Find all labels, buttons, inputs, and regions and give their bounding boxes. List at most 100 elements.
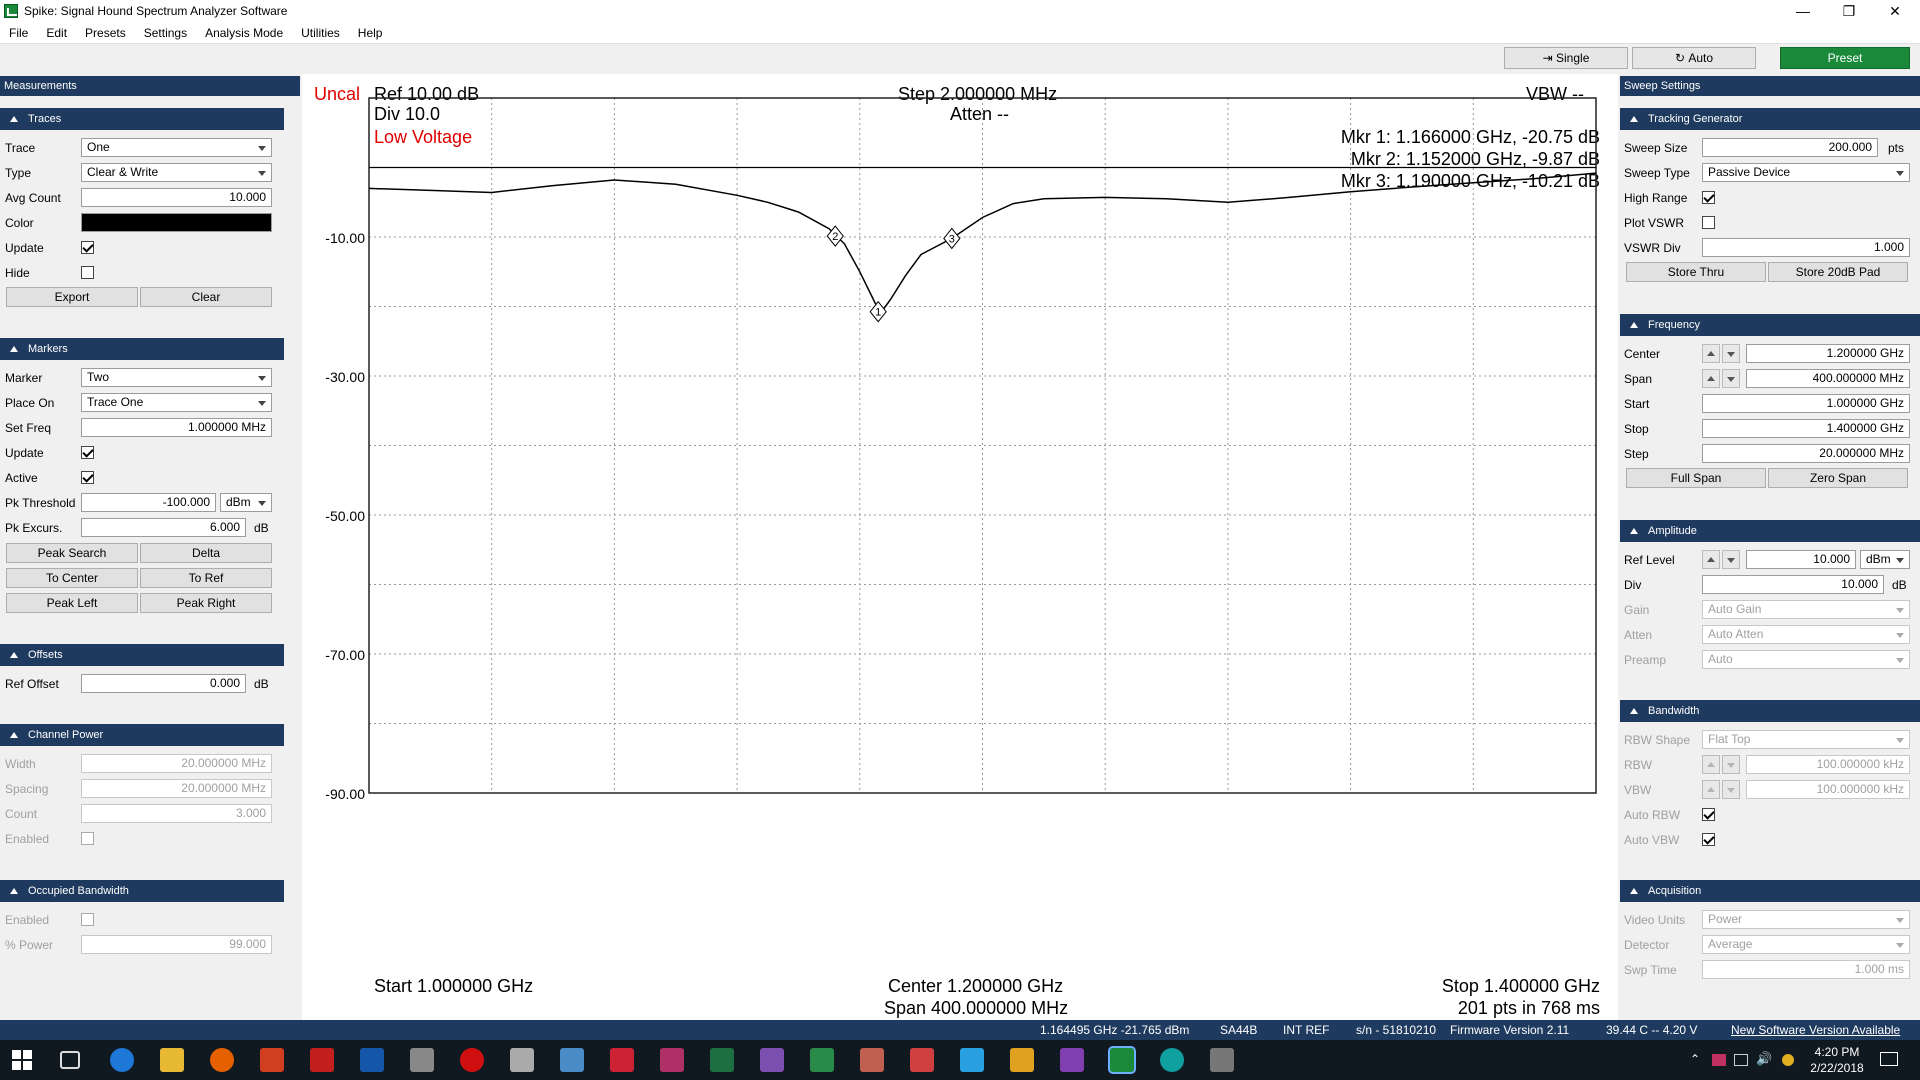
detector-select[interactable]: Average — [1702, 935, 1910, 954]
wifi-app-icon[interactable] — [1160, 1048, 1184, 1072]
to-ref-button[interactable]: To Ref — [140, 568, 272, 588]
set-freq-input[interactable]: 1.000000 MHz — [81, 418, 272, 437]
app-icon-16[interactable] — [810, 1048, 834, 1072]
edge-browser-icon[interactable] — [110, 1048, 134, 1072]
tray-app-icon[interactable] — [1712, 1054, 1726, 1066]
center-input[interactable]: 1.200000 GHz — [1746, 344, 1910, 363]
pk-excurs-input[interactable]: 6.000 — [81, 518, 246, 537]
color-swatch[interactable] — [81, 213, 272, 232]
rbw-up-icon[interactable] — [1702, 755, 1720, 774]
rbw-input[interactable]: 100.000000 kHz — [1746, 755, 1910, 774]
labview-icon[interactable] — [660, 1048, 684, 1072]
network-icon[interactable] — [1734, 1054, 1748, 1066]
pk-threshold-unit-select[interactable]: dBm — [220, 493, 272, 512]
avg-count-input[interactable]: 10.000 — [81, 188, 272, 207]
update-checkbox[interactable] — [81, 241, 94, 254]
tray-chevron-icon[interactable]: ⌃ — [1690, 1052, 1700, 1066]
app-icon-18[interactable] — [910, 1048, 934, 1072]
count-input[interactable]: 3.000 — [81, 804, 272, 823]
video-units-select[interactable]: Power — [1702, 910, 1910, 929]
sweep-size-input[interactable]: 200.000 — [1702, 138, 1878, 157]
auto-vbw-checkbox[interactable] — [1702, 833, 1715, 846]
high-range-checkbox[interactable] — [1702, 191, 1715, 204]
place-on-select[interactable]: Trace One — [81, 393, 272, 412]
bandwidth-section-header[interactable]: Bandwidth — [1620, 700, 1920, 722]
app-icon-11[interactable] — [560, 1048, 584, 1072]
app-icon-10[interactable] — [510, 1048, 534, 1072]
minimize-icon[interactable]: — — [1780, 0, 1826, 22]
preset-button[interactable]: Preset — [1780, 47, 1910, 69]
trace-select[interactable]: One — [81, 138, 272, 157]
rbw-shape-select[interactable]: Flat Top — [1702, 730, 1910, 749]
type-select[interactable]: Clear & Write — [81, 163, 272, 182]
amplitude-section-header[interactable]: Amplitude — [1620, 520, 1920, 542]
active-checkbox[interactable] — [81, 471, 94, 484]
channel-power-section-header[interactable]: Channel Power — [0, 724, 284, 746]
span-up-icon[interactable] — [1702, 369, 1720, 388]
acrobat-icon[interactable] — [310, 1048, 334, 1072]
action-center-icon[interactable] — [1880, 1052, 1898, 1066]
stop-input[interactable]: 1.400000 GHz — [1702, 419, 1910, 438]
app-icon-17[interactable] — [860, 1048, 884, 1072]
step-input[interactable]: 20.000000 MHz — [1702, 444, 1910, 463]
vbw-down-icon[interactable] — [1722, 780, 1740, 799]
vbw-up-icon[interactable] — [1702, 780, 1720, 799]
marker-update-checkbox[interactable] — [81, 446, 94, 459]
peak-search-button[interactable]: Peak Search — [6, 543, 138, 563]
task-view-icon[interactable] — [60, 1051, 80, 1069]
software-update-link[interactable]: New Software Version Available — [1731, 1020, 1900, 1040]
awr-icon[interactable] — [360, 1048, 384, 1072]
full-span-button[interactable]: Full Span — [1626, 468, 1766, 488]
auto-rbw-checkbox[interactable] — [1702, 808, 1715, 821]
menu-settings[interactable]: Settings — [135, 26, 196, 40]
atten-select[interactable]: Auto Atten — [1702, 625, 1910, 644]
export-button[interactable]: Export — [6, 287, 138, 307]
percent-power-input[interactable]: 99.000 — [81, 935, 272, 954]
rbw-down-icon[interactable] — [1722, 755, 1740, 774]
zero-span-button[interactable]: Zero Span — [1768, 468, 1908, 488]
width-input[interactable]: 20.000000 MHz — [81, 754, 272, 773]
app-icon-8[interactable] — [410, 1048, 434, 1072]
windows-start-icon[interactable] — [12, 1050, 32, 1070]
acquisition-section-header[interactable]: Acquisition — [1620, 880, 1920, 902]
center-up-icon[interactable] — [1702, 344, 1720, 363]
menu-edit[interactable]: Edit — [37, 26, 76, 40]
file-explorer-icon[interactable] — [160, 1048, 184, 1072]
marker-select[interactable]: Two — [81, 368, 272, 387]
markers-section-header[interactable]: Markers — [0, 338, 284, 360]
single-button[interactable]: ⇥ Single — [1504, 47, 1628, 69]
volume-icon[interactable]: 🔊 — [1756, 1051, 1772, 1067]
menu-analysis-mode[interactable]: Analysis Mode — [196, 26, 292, 40]
span-input[interactable]: 400.000000 MHz — [1746, 369, 1910, 388]
auto-button[interactable]: ↻ Auto — [1632, 47, 1756, 69]
clock[interactable]: 4:20 PM 2/22/2018 — [1802, 1044, 1872, 1076]
vswr-div-input[interactable]: 1.000 — [1702, 238, 1910, 257]
ref-offset-input[interactable]: 0.000 — [81, 674, 246, 693]
center-down-icon[interactable] — [1722, 344, 1740, 363]
ref-level-unit-select[interactable]: dBm — [1860, 550, 1910, 569]
cp-enabled-checkbox[interactable] — [81, 832, 94, 845]
start-input[interactable]: 1.000000 GHz — [1702, 394, 1910, 413]
tracking-section-header[interactable]: Tracking Generator — [1620, 108, 1920, 130]
swp-time-input[interactable]: 1.000 ms — [1702, 960, 1910, 979]
menu-file[interactable]: File — [0, 26, 37, 40]
hide-checkbox[interactable] — [81, 266, 94, 279]
tray-status-icon[interactable] — [1782, 1054, 1794, 1066]
span-down-icon[interactable] — [1722, 369, 1740, 388]
menu-presets[interactable]: Presets — [76, 26, 135, 40]
store-thru-button[interactable]: Store Thru — [1626, 262, 1766, 282]
app-icon-19[interactable] — [960, 1048, 984, 1072]
pk-threshold-input[interactable]: -100.000 — [81, 493, 216, 512]
plot-vswr-checkbox[interactable] — [1702, 216, 1715, 229]
spike-taskbar-icon[interactable] — [1108, 1046, 1136, 1074]
traces-section-header[interactable]: Traces — [0, 108, 284, 130]
spacing-input[interactable]: 20.000000 MHz — [81, 779, 272, 798]
close-icon[interactable]: ✕ — [1872, 0, 1918, 22]
excel-icon[interactable] — [710, 1048, 734, 1072]
preamp-select[interactable]: Auto — [1702, 650, 1910, 669]
spectrum-display[interactable]: Uncal Ref 10.00 dB Div 10.0 Step 2.00000… — [302, 74, 1618, 1026]
ref-level-up-icon[interactable] — [1702, 550, 1720, 569]
peak-right-button[interactable]: Peak Right — [140, 593, 272, 613]
ref-level-down-icon[interactable] — [1722, 550, 1740, 569]
clear-button[interactable]: Clear — [140, 287, 272, 307]
